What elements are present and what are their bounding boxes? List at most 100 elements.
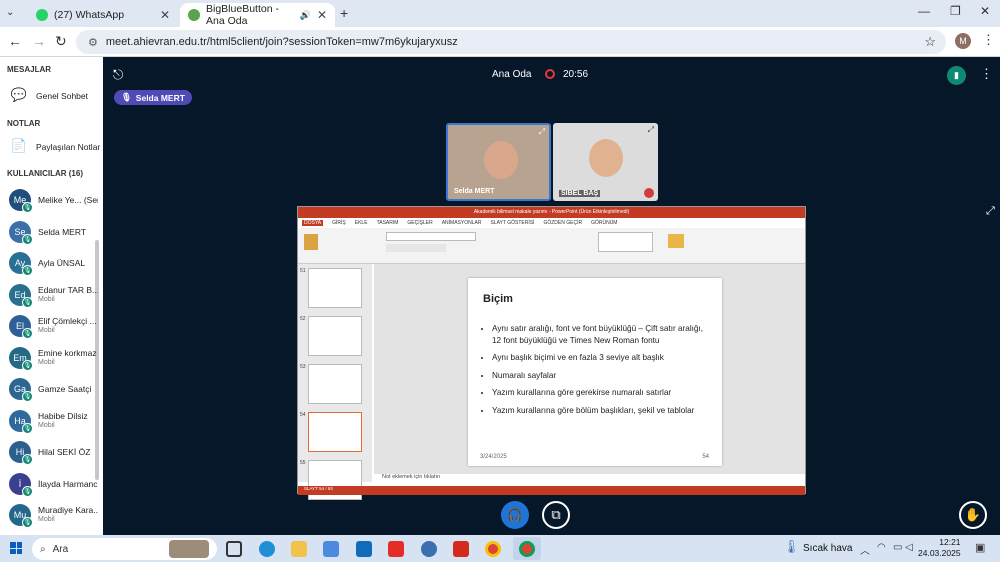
recording-icon[interactable] bbox=[545, 69, 555, 79]
user-name: Hilal SEKİ ÖZ bbox=[38, 447, 91, 457]
user-name: Melike Ye... (Sen) bbox=[38, 195, 98, 205]
notifications-icon[interactable]: ▣ bbox=[975, 541, 985, 554]
user-list-item[interactable]: Ed 🎙 Edanur TAR B... Mobil bbox=[9, 280, 101, 310]
forward-icon[interactable]: → bbox=[32, 33, 46, 49]
address-bar-row: ← → ↻ ⚙ meet.ahievran.edu.tr/html5client… bbox=[0, 27, 1000, 57]
speaker-icon[interactable]: 🔊 bbox=[300, 10, 311, 21]
user-name: Muradiye Kara... bbox=[38, 505, 98, 515]
user-list-item[interactable]: Ay 🎙 Ayla ÜNSAL bbox=[9, 248, 101, 278]
slide-bullet: Yazım kurallarına göre gerekirse numaral… bbox=[492, 387, 712, 399]
user-list-item[interactable]: Mu 🎙 Muradiye Kara... Mobil bbox=[9, 500, 101, 530]
edge-icon[interactable] bbox=[259, 541, 275, 557]
user-list-item[interactable]: Ga 🎙 Gamze Saatçi bbox=[9, 374, 101, 404]
user-list-item[interactable]: İ 🎙 İlayda Harmancı bbox=[9, 469, 101, 499]
close-icon[interactable]: ✕ bbox=[317, 8, 327, 22]
user-name: Edanur TAR B... bbox=[38, 284, 98, 295]
ribbon-tabs: DOSYA GİRİŞ EKLE TASARIM GEÇİŞLER ANİMASYONLA… bbox=[298, 218, 805, 228]
raise-hand-button[interactable]: ✋ bbox=[959, 501, 987, 529]
powerpoint-status-bar: SLAYT 54 / 93 bbox=[298, 486, 805, 495]
back-icon[interactable]: ← bbox=[8, 33, 22, 49]
user-list-item[interactable]: Em 🎙 Emine korkmaz Mobil bbox=[9, 343, 101, 373]
store-icon[interactable] bbox=[323, 541, 339, 557]
chrome-active-tile[interactable] bbox=[513, 537, 541, 560]
task-view-icon[interactable] bbox=[226, 541, 242, 557]
taskbar-clock[interactable]: 12:21 24.03.2025 bbox=[918, 537, 961, 559]
font-format-row bbox=[386, 244, 446, 252]
search-icon: ⌕ bbox=[40, 543, 46, 555]
windows-start-icon[interactable] bbox=[10, 542, 22, 554]
thumbnail-number: 51 bbox=[300, 268, 306, 274]
connection-status-icon[interactable]: ▮ bbox=[947, 66, 966, 85]
thumbnail-number: 52 bbox=[300, 316, 306, 322]
user-list-item[interactable]: Me 🎙 Melike Ye... (Sen) bbox=[9, 185, 101, 215]
close-icon[interactable]: ✕ bbox=[160, 8, 170, 22]
site-info-icon[interactable]: ⚙ bbox=[88, 36, 98, 49]
user-device: Mobil bbox=[38, 295, 55, 303]
leave-icon[interactable]: ⎋ bbox=[113, 67, 123, 83]
slide-title: Biçim bbox=[483, 293, 513, 305]
user-list-item[interactable]: Hi 🎙 Hilal SEKİ ÖZ bbox=[9, 437, 101, 467]
fullscreen-icon[interactable]: ⤢ bbox=[986, 205, 995, 218]
expand-icon[interactable]: ⤢ bbox=[539, 127, 545, 137]
options-menu-icon[interactable]: ⋮ bbox=[980, 66, 993, 82]
slide-thumbnail[interactable] bbox=[308, 412, 362, 452]
profile-avatar[interactable]: M bbox=[955, 33, 971, 49]
thumbnail-number: 53 bbox=[300, 364, 306, 370]
mic-status-icon: 🎙 bbox=[22, 454, 33, 465]
slide-thumbnail[interactable] bbox=[308, 364, 362, 404]
mic-status-icon: 🎙 bbox=[22, 517, 33, 528]
tray-chevron-icon[interactable]: ︿ bbox=[860, 542, 870, 557]
avatar: Ay 🎙 bbox=[9, 252, 33, 276]
slide-thumbnail[interactable] bbox=[308, 268, 362, 308]
tab-search-icon[interactable]: ⌄ bbox=[6, 7, 14, 18]
user-name-block: İlayda Harmancı bbox=[38, 479, 98, 489]
user-list-item[interactable]: Ha 🎙 Habibe Dilsiz Mobil bbox=[9, 406, 101, 436]
tab-bigbluebutton[interactable]: BigBlueButton - Ana Oda 🔊 ✕ bbox=[180, 3, 335, 27]
wifi-icon[interactable]: ◠ bbox=[877, 542, 886, 553]
user-list-item[interactable]: Se 🎙 Selda MERT bbox=[9, 217, 101, 247]
battery-icon[interactable]: ▭ bbox=[893, 542, 902, 553]
restore-icon[interactable]: ❐ bbox=[950, 4, 961, 18]
outlook-icon[interactable] bbox=[356, 541, 372, 557]
user-name-block: Ayla ÜNSAL bbox=[38, 258, 98, 268]
user-name-block: Selda MERT bbox=[38, 227, 98, 237]
public-chat-item[interactable]: 💬 Genel Sohbet bbox=[10, 87, 88, 105]
more-menu-icon[interactable]: ⋮ bbox=[982, 32, 995, 48]
tab-whatsapp[interactable]: (27) WhatsApp ✕ bbox=[28, 3, 178, 27]
close-window-icon[interactable]: ✕ bbox=[980, 4, 990, 18]
screenshare-button[interactable]: ⧉ bbox=[542, 501, 570, 529]
chrome-icon[interactable] bbox=[485, 541, 501, 557]
ribbon-tab: DOSYA bbox=[302, 220, 324, 226]
user-name: Gamze Saatçi bbox=[38, 384, 92, 394]
file-explorer-icon[interactable] bbox=[291, 541, 307, 557]
shared-notes-item[interactable]: 📄 Paylaşılan Notlar bbox=[10, 138, 100, 156]
ribbon-tab: ANİMASYONLAR bbox=[441, 220, 482, 226]
public-chat-label: Genel Sohbet bbox=[36, 91, 88, 101]
thumbnail-number: 55 bbox=[300, 460, 306, 466]
user-name-block: Melike Ye... (Sen) bbox=[38, 195, 98, 205]
minimize-icon[interactable]: — bbox=[918, 4, 930, 18]
reload-icon[interactable]: ↻ bbox=[55, 33, 67, 50]
mic-status-icon: 🎙 bbox=[22, 265, 33, 276]
url-field[interactable]: ⚙ meet.ahievran.edu.tr/html5client/join?… bbox=[76, 30, 946, 54]
user-list-item[interactable]: El 🎙 Elif Çömlekçi ... Mobil bbox=[9, 311, 101, 341]
mic-status-icon: 🎙 bbox=[22, 328, 33, 339]
clock-time: 12:21 bbox=[939, 537, 961, 547]
taskbar-search[interactable]: ⌕ Ara bbox=[32, 538, 217, 560]
video-tile[interactable]: ⤢ Selda MERT bbox=[446, 123, 551, 201]
slide-thumbnail[interactable] bbox=[308, 316, 362, 356]
new-tab-button[interactable]: + bbox=[340, 5, 348, 21]
participant-face bbox=[484, 141, 518, 179]
volume-icon[interactable]: ◁ bbox=[905, 542, 913, 553]
slide-bullet: Aynı başlık biçimi ve en fazla 3 seviye … bbox=[492, 352, 712, 364]
user-name: İlayda Harmancı bbox=[38, 478, 98, 489]
mic-status-icon: 🎙 bbox=[22, 359, 33, 371]
video-tile[interactable]: ⤢ SİBEL BAŞ bbox=[553, 123, 658, 201]
audio-headset-button[interactable]: 🎧 bbox=[501, 501, 529, 529]
weather-text[interactable]: Sıcak hava bbox=[803, 543, 852, 554]
youtube-icon[interactable] bbox=[388, 541, 404, 557]
bookmark-star-icon[interactable]: ☆ bbox=[924, 34, 936, 50]
acrobat-icon[interactable] bbox=[453, 541, 469, 557]
expand-icon[interactable]: ⤢ bbox=[648, 125, 654, 135]
network-app-icon[interactable] bbox=[421, 541, 437, 557]
